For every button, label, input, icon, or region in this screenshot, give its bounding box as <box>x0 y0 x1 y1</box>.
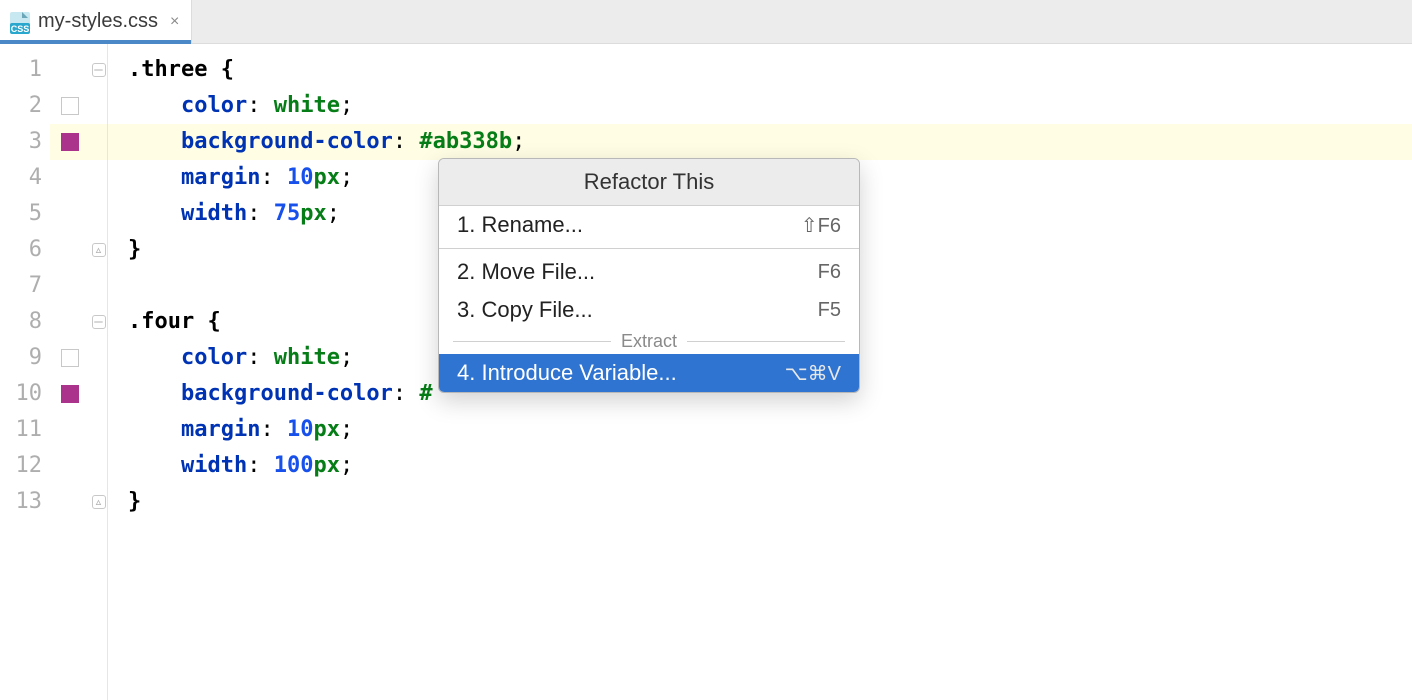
refactor-introduce-variable[interactable]: 4. Introduce Variable... ⌥⌘V <box>439 354 859 392</box>
menu-separator <box>439 248 859 249</box>
color-swatch-icon[interactable] <box>61 97 79 115</box>
tab-bar: CSS my-styles.css × <box>0 0 1412 44</box>
color-swatch-gutter <box>50 44 90 700</box>
line-number: 2 <box>0 88 50 124</box>
code-line: margin: 10px; <box>108 412 1412 448</box>
css-file-icon: CSS <box>8 10 32 34</box>
tab-filename: my-styles.css <box>38 10 158 33</box>
fold-toggle-icon[interactable]: – <box>92 63 106 77</box>
line-number: 4 <box>0 160 50 196</box>
code-editor[interactable]: 1 2 3 4 5 6 7 8 9 10 11 12 13 – ▵ – ▵ .t… <box>0 44 1412 700</box>
menu-item-shortcut: F5 <box>818 299 841 322</box>
editor-tab[interactable]: CSS my-styles.css × <box>0 0 192 43</box>
color-swatch-icon[interactable] <box>61 385 79 403</box>
line-number: 3 <box>0 124 50 160</box>
line-number: 6 <box>0 232 50 268</box>
svg-text:CSS: CSS <box>11 24 30 34</box>
refactor-move-file[interactable]: 2. Move File... F6 <box>439 253 859 291</box>
line-number-gutter: 1 2 3 4 5 6 7 8 9 10 11 12 13 <box>0 44 50 700</box>
refactor-copy-file[interactable]: 3. Copy File... F5 <box>439 291 859 329</box>
line-number: 11 <box>0 412 50 448</box>
color-swatch-icon[interactable] <box>61 349 79 367</box>
line-number: 1 <box>0 52 50 88</box>
line-number: 8 <box>0 304 50 340</box>
code-line: .three { <box>108 52 1412 88</box>
line-number: 12 <box>0 448 50 484</box>
color-swatch-icon[interactable] <box>61 133 79 151</box>
menu-item-shortcut: ⇧F6 <box>801 213 841 238</box>
popup-title: Refactor This <box>439 159 859 206</box>
line-number: 13 <box>0 484 50 520</box>
code-line: background-color: #ab338b; <box>108 124 1412 160</box>
refactor-popup: Refactor This 1. Rename... ⇧F6 2. Move F… <box>438 158 860 393</box>
code-line: color: white; <box>108 88 1412 124</box>
menu-item-label: 4. Introduce Variable... <box>457 360 677 386</box>
menu-item-label: 3. Copy File... <box>457 297 593 323</box>
menu-item-shortcut: F6 <box>818 261 841 284</box>
fold-toggle-icon[interactable]: – <box>92 315 106 329</box>
refactor-rename[interactable]: 1. Rename... ⇧F6 <box>439 206 859 244</box>
menu-item-label: 1. Rename... <box>457 212 583 238</box>
fold-end-icon: ▵ <box>92 243 106 257</box>
fold-gutter: – ▵ – ▵ <box>90 44 108 700</box>
fold-end-icon: ▵ <box>92 495 106 509</box>
code-line: width: 100px; <box>108 448 1412 484</box>
line-number: 10 <box>0 376 50 412</box>
close-tab-icon[interactable]: × <box>170 13 179 31</box>
line-number: 9 <box>0 340 50 376</box>
code-line: } <box>108 484 1412 520</box>
menu-item-shortcut: ⌥⌘V <box>785 361 841 386</box>
line-number: 7 <box>0 268 50 304</box>
menu-item-label: 2. Move File... <box>457 259 595 285</box>
menu-group-label: Extract <box>439 329 859 354</box>
line-number: 5 <box>0 196 50 232</box>
